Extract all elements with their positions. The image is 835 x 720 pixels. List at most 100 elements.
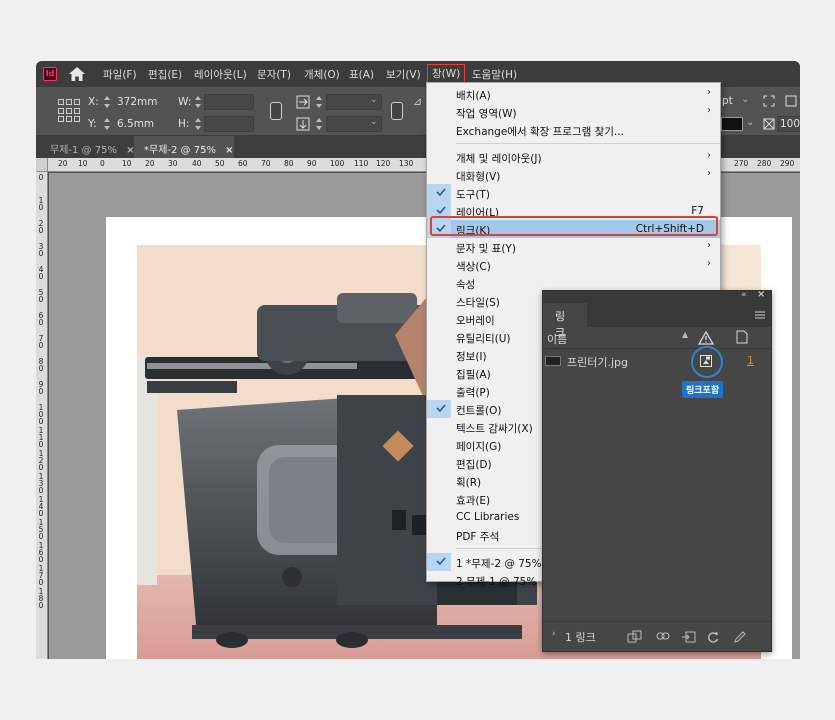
ruler-tick-label: 20 [145, 159, 155, 168]
collapse-icon[interactable]: « [741, 290, 747, 300]
w-stepper[interactable] [194, 95, 202, 109]
page-icon[interactable] [736, 330, 748, 344]
ruler-tick-label: 80 [284, 159, 294, 168]
relink-icon[interactable] [656, 631, 670, 641]
close-icon[interactable]: × [757, 289, 765, 300]
window-menu-item[interactable]: 문자 및 표(Y) › [427, 238, 720, 256]
ruler-tick-label: 20 [58, 159, 68, 168]
vertical-ruler[interactable]: 01 02 03 04 05 06 07 08 09 01 0 01 1 01 … [36, 172, 48, 659]
menu-layout[interactable]: 레이아웃(L) [194, 67, 247, 82]
close-icon[interactable]: × [225, 145, 233, 156]
opacity-value[interactable]: 100 [780, 118, 800, 130]
scale-y-dropdown-icon[interactable]: ⌄ [370, 117, 378, 127]
scale-x-dropdown-icon[interactable]: ⌄ [370, 95, 378, 105]
w-field[interactable] [204, 94, 254, 110]
h-field[interactable] [204, 116, 254, 132]
submenu-arrow-icon: › [707, 258, 711, 269]
ruler-tick-label: 40 [192, 159, 202, 168]
menu-file[interactable]: 파일(F) [103, 67, 137, 82]
constrain-proportions-icon[interactable] [270, 102, 282, 120]
submenu-arrow-icon: › [707, 240, 711, 251]
scale-x-stepper[interactable] [315, 95, 323, 109]
frame-fit-icon[interactable] [763, 95, 775, 107]
menu-item-label: 텍스트 감싸기(X) [456, 423, 533, 435]
window-menu-item[interactable]: 배치(A) › [427, 85, 720, 103]
column-name-header[interactable]: 이름 [547, 331, 567, 347]
ruler-origin[interactable] [36, 158, 48, 172]
ruler-tick-label: 30 [168, 159, 178, 168]
ruler-tick-label: 2 0 [38, 219, 44, 235]
ruler-tick-label: 0 [38, 173, 44, 182]
ruler-tick-label: 1 8 0 [38, 587, 44, 610]
menu-item-label: 색상(C) [456, 261, 491, 273]
submenu-arrow-icon: › [707, 168, 711, 179]
ruler-tick-label: 6 0 [38, 311, 44, 327]
window-menu-item[interactable]: Exchange에서 확장 프로그램 찾기... [427, 121, 720, 139]
ruler-tick-label: 290 [780, 159, 795, 168]
window-menu-item[interactable]: 도구(T) [427, 184, 720, 202]
window-menu-item[interactable]: 대화형(V) › [427, 166, 720, 184]
menu-help[interactable]: 도움말(H) [472, 67, 517, 82]
ruler-tick-label: 130 [399, 159, 414, 168]
menu-object[interactable]: 개체(O) [304, 67, 340, 82]
link-page-number[interactable]: 1 [747, 354, 754, 367]
constrain-scale-icon[interactable] [391, 102, 403, 120]
panel-titlebar[interactable]: « × [543, 289, 771, 303]
ruler-tick-label: 90 [307, 159, 317, 168]
menu-view[interactable]: 보기(V) [386, 67, 421, 82]
menu-item-label: 2 무제-1 @ 75% [456, 576, 537, 588]
window-menu-item[interactable]: 개체 및 레이아웃(J) › [427, 148, 720, 166]
checkmark-icon [436, 557, 446, 566]
ruler-tick-label: 110 [354, 159, 369, 168]
ruler-tick-label: 120 [376, 159, 391, 168]
home-icon[interactable] [68, 66, 86, 82]
menu-table[interactable]: 표(A) [349, 67, 374, 82]
update-link-icon[interactable] [706, 630, 720, 644]
tab-untitled-2[interactable]: *무제-2 @ 75% × [134, 136, 234, 158]
checkmark-icon [436, 404, 446, 413]
ruler-tick-label: 10 [78, 159, 88, 168]
tab-links[interactable]: 링크 [543, 303, 587, 339]
panel-menu-icon[interactable] [755, 311, 765, 319]
expand-icon[interactable]: › [552, 629, 556, 639]
stroke-swatch[interactable] [721, 117, 743, 131]
edit-original-icon[interactable] [733, 630, 747, 644]
w-label: W: [178, 96, 192, 108]
menu-item-label: 배치(A) [456, 90, 491, 102]
menu-edit[interactable]: 편집(E) [148, 67, 182, 82]
h-label: H: [178, 118, 190, 130]
x-value[interactable]: 372mm [117, 96, 158, 108]
link-row[interactable]: 프린터기.jpg 1 [543, 351, 771, 371]
y-value[interactable]: 6.5mm [117, 118, 154, 130]
frame-icon[interactable] [785, 95, 797, 107]
stroke-dropdown-icon[interactable]: ⌄ [741, 94, 749, 105]
stroke-swatch-dropdown-icon[interactable]: ⌄ [746, 117, 754, 128]
warning-icon[interactable] [698, 331, 714, 345]
x-stepper[interactable] [103, 95, 111, 109]
ruler-tick-label: 1 0 0 [38, 403, 44, 426]
goto-link-icon[interactable] [681, 630, 697, 644]
menu-type[interactable]: 문자(T) [257, 67, 291, 82]
scale-x-icon [296, 95, 310, 109]
menu-window[interactable]: 창(W) [427, 64, 466, 83]
tab-untitled-1[interactable]: 무제-1 @ 75% × [40, 136, 145, 158]
ruler-tick-label: 1 1 0 [38, 426, 44, 449]
checkmark-icon [436, 206, 446, 215]
submenu-arrow-icon: › [707, 105, 711, 116]
menu-item-label: 개체 및 레이아웃(J) [456, 153, 542, 165]
sort-arrow-icon[interactable]: ▲ [682, 330, 688, 339]
y-stepper[interactable] [103, 117, 111, 131]
window-menu-item[interactable]: 색상(C) › [427, 256, 720, 274]
ruler-tick-label: 3 0 [38, 242, 44, 258]
cc-library-icon[interactable] [627, 630, 643, 644]
rotate-icon[interactable]: ⊿ [413, 95, 422, 108]
ruler-tick-label: 100 [330, 159, 345, 168]
h-stepper[interactable] [194, 117, 202, 131]
menu-item-label: 편집(D) [456, 459, 492, 471]
ruler-tick-label: 60 [238, 159, 248, 168]
window-menu-item[interactable]: 작업 영역(W) › [427, 103, 720, 121]
scale-y-stepper[interactable] [315, 117, 323, 131]
reference-point-icon[interactable] [58, 99, 82, 123]
menu-item-label: 컨트롤(O) [456, 405, 502, 417]
menu-item-label: 속성 [456, 279, 476, 291]
